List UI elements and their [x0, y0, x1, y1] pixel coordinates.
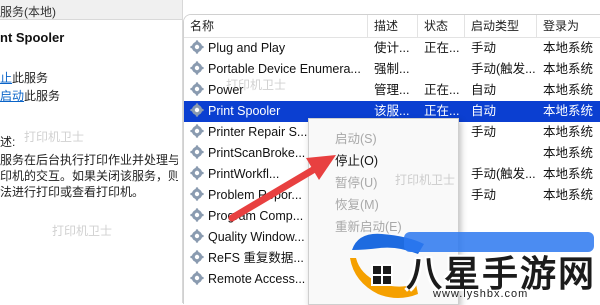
menu-item-pause[interactable]: 暂停(U)	[335, 172, 377, 191]
service-name-cell: Plug and Play	[190, 38, 360, 59]
logo-url: www.lyshbx.com	[433, 288, 529, 300]
service-gear-icon	[190, 187, 208, 202]
service-name: PrintWorkfl...	[208, 167, 280, 181]
service-gear-icon	[190, 61, 208, 76]
service-gear-icon	[190, 124, 208, 139]
service-description-cell: 管理...	[374, 83, 410, 97]
description-line: 印机的交互。如果关闭该服务，则	[0, 169, 178, 183]
service-description-cell: 强制...	[374, 62, 410, 76]
service-gear-icon	[190, 271, 208, 286]
description-line: 服务在后台执行打印作业并处理与	[0, 153, 178, 167]
description-line: 法进行打印或查看打印机。	[0, 185, 145, 199]
restart-service-link-text: 此服务	[24, 89, 61, 103]
service-status-cell: 正在...	[424, 41, 460, 55]
table-header: 名称 描述 状态 启动类型 登录为	[184, 15, 600, 38]
service-name: Remote Access...	[208, 272, 306, 286]
service-startup-cell: 手动	[471, 125, 497, 139]
service-logon-cell: 本地系统	[543, 41, 594, 55]
pane-header-title: 服务(本地)	[0, 5, 56, 19]
service-logon-cell: 本地系统	[543, 104, 594, 118]
table-row[interactable]: Plug and Play 使计... 正在... 手动 本地系统	[184, 38, 600, 59]
service-name: Quality Window...	[208, 230, 305, 244]
service-gear-icon	[190, 250, 208, 265]
column-header-logon-as[interactable]: 登录为	[537, 15, 600, 37]
description-label: 述:	[0, 135, 16, 149]
column-header-description[interactable]: 描述	[368, 15, 418, 37]
pane-header: 服务(本地)	[0, 0, 182, 20]
service-startup-cell: 手动	[471, 188, 497, 202]
service-detail-pane: 服务(本地) nt Spooler 止此服务 启动此服务 述: 服务在后台执行打…	[0, 0, 183, 303]
service-logon-cell: 本地系统	[543, 188, 594, 202]
service-name: Printer Repair S...	[208, 125, 308, 139]
service-gear-icon	[190, 40, 208, 55]
menu-item-start[interactable]: 启动(S)	[335, 128, 377, 147]
service-description-cell: 使计...	[374, 41, 410, 55]
watermark-text: 打印机卫士	[226, 78, 287, 92]
service-gear-icon	[190, 166, 208, 181]
menu-item-resume[interactable]: 恢复(M)	[335, 194, 379, 213]
service-logon-cell: 本地系统	[543, 125, 594, 139]
service-logon-cell: 本地系统	[543, 62, 594, 76]
stop-service-link-row[interactable]: 止此服务	[0, 69, 48, 86]
service-startup-cell	[471, 143, 541, 164]
service-gear-icon	[190, 229, 208, 244]
service-gear-icon	[190, 145, 208, 160]
service-name: Print Spooler	[208, 104, 281, 118]
service-gear-icon	[190, 103, 208, 118]
service-status-cell	[424, 59, 468, 80]
stop-service-link[interactable]: 止	[0, 71, 12, 85]
service-name: Portable Device Enumera...	[208, 62, 360, 76]
service-logon-cell: 本地系统	[543, 146, 594, 160]
service-startup-cell: 手动(触发...	[471, 62, 536, 76]
menu-item-stop[interactable]: 停止(O)	[335, 150, 378, 169]
restart-service-link[interactable]: 启动	[0, 89, 24, 103]
service-startup-cell: 手动	[471, 41, 497, 55]
service-status-cell: 正在...	[424, 83, 460, 97]
column-header-startup-type[interactable]: 启动类型	[465, 15, 537, 37]
service-logon-cell: 本地系统	[543, 167, 594, 181]
column-header-name[interactable]: 名称	[184, 15, 368, 37]
service-startup-cell: 自动	[471, 83, 497, 97]
stop-service-link-text: 此服务	[12, 71, 49, 85]
service-name: Problem Repor...	[208, 188, 302, 202]
service-gear-icon	[190, 82, 208, 97]
service-name: PrintScanBroke...	[208, 146, 306, 160]
service-name: Plug and Play	[208, 41, 286, 55]
watermark-text: 打印机卫士	[395, 173, 456, 187]
restart-service-link-row[interactable]: 启动此服务	[0, 87, 60, 104]
service-gear-icon	[190, 208, 208, 223]
watermark-text: 打印机卫士	[24, 130, 85, 144]
watermark-text: 打印机卫士	[52, 224, 113, 238]
service-startup-cell: 自动	[471, 104, 497, 118]
service-logon-cell: 本地系统	[543, 83, 594, 97]
service-title: nt Spooler	[0, 30, 65, 45]
service-name: Program Comp...	[208, 209, 304, 223]
column-header-status[interactable]: 状态	[418, 15, 465, 37]
service-description: 服务在后台执行打印作业并处理与 印机的交互。如果关闭该服务，则 法进行打印或查看…	[0, 152, 178, 200]
service-name: ReFS 重复数据...	[208, 251, 304, 265]
service-startup-cell: 手动(触发...	[471, 167, 536, 181]
